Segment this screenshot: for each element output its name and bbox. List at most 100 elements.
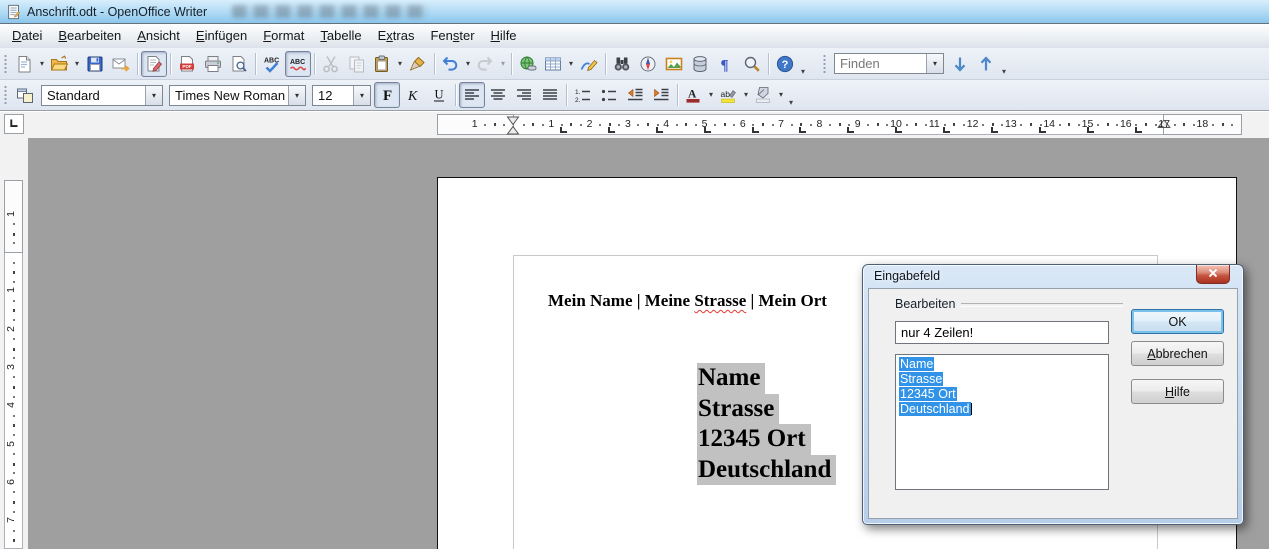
data-sources-button[interactable] <box>687 51 713 77</box>
paragraph-style-combobox[interactable]: Standard ▾ <box>41 85 163 106</box>
menu-ansicht[interactable]: Ansicht <box>129 24 188 48</box>
new-document-button[interactable]: ▾ <box>12 51 47 77</box>
chevron-down-icon: ▾ <box>709 91 713 99</box>
find-toolbar-grip[interactable] <box>822 54 827 74</box>
abbrechen-button[interactable]: Abbrechen <box>1131 341 1224 366</box>
paste-button[interactable]: ▾ <box>370 51 405 77</box>
reference-text-input[interactable] <box>895 321 1109 344</box>
italic-button[interactable]: K <box>400 82 426 108</box>
formatting-marks-button[interactable]: ¶ <box>713 51 739 77</box>
table-button[interactable]: ▾ <box>541 51 576 77</box>
font-size-combobox[interactable]: 12 ▾ <box>312 85 371 106</box>
help-button[interactable]: ? <box>772 51 798 77</box>
find-up-button[interactable] <box>973 51 999 77</box>
ruler-tick <box>829 124 831 126</box>
undo-button[interactable]: ▾ <box>438 51 473 77</box>
menu-datei[interactable]: Datei <box>4 24 50 48</box>
first-line-indent-marker[interactable] <box>507 116 520 140</box>
align-right-button[interactable] <box>511 82 537 108</box>
toolbar-overflow-button[interactable]: ▾ <box>1002 67 1006 76</box>
align-center-button[interactable] <box>485 82 511 108</box>
default-tab-stop-marker <box>895 127 902 133</box>
underline-button[interactable]: U <box>426 82 452 108</box>
menu-einfgen[interactable]: Einfügen <box>188 24 255 48</box>
toolbar-grip[interactable] <box>3 54 8 74</box>
styles-window-icon <box>16 86 34 104</box>
default-tab-stop-marker <box>656 127 663 133</box>
toolbar-overflow-button[interactable]: ▾ <box>789 98 793 107</box>
formatting-toolbar: Standard ▾ Times New Roman ▾ 12 ▾ FKU 1.2… <box>0 80 1269 111</box>
misspelled-word[interactable]: Strasse <box>694 291 746 310</box>
default-tab-stop-marker <box>1135 127 1142 133</box>
menu-format[interactable]: Format <box>255 24 312 48</box>
draw-functions-button[interactable] <box>576 51 602 77</box>
ruler-number: 2 <box>5 326 17 332</box>
print-button[interactable] <box>200 51 226 77</box>
default-tab-stop-marker <box>847 127 854 133</box>
format-paintbrush-button[interactable] <box>405 51 431 77</box>
styles-window-button[interactable] <box>12 82 38 108</box>
open-folder-button[interactable]: ▾ <box>47 51 82 77</box>
navigator-button[interactable] <box>635 51 661 77</box>
hyperlink-button[interactable] <box>515 51 541 77</box>
send-email-button[interactable] <box>108 51 134 77</box>
tab-stop-selector-button[interactable] <box>4 114 24 134</box>
address-field-line[interactable]: Strasse <box>697 394 779 425</box>
background-color-button[interactable]: ▾ <box>751 82 786 108</box>
spellcheck-button[interactable]: ABC <box>259 51 285 77</box>
ruler-tick <box>714 124 716 126</box>
numbered-list-button[interactable]: 1.2. <box>570 82 596 108</box>
align-justify-button[interactable] <box>537 82 563 108</box>
document-header-line[interactable]: Mein Name | Meine Strasse | Mein Ort <box>514 271 827 331</box>
textarea-line: 12345 Ort <box>899 387 1105 402</box>
menu-hilfe[interactable]: Hilfe <box>483 24 525 48</box>
new-document-icon <box>15 55 33 73</box>
page-preview-button[interactable] <box>226 51 252 77</box>
menu-extras[interactable]: Extras <box>370 24 423 48</box>
increase-indent-button[interactable] <box>648 82 674 108</box>
ok-button[interactable]: OK <box>1131 309 1224 334</box>
bullet-list-button[interactable] <box>596 82 622 108</box>
highlight-button[interactable]: ab▾ <box>716 82 751 108</box>
auto-spellcheck-button[interactable]: ABC <box>285 51 311 77</box>
menu-fenster[interactable]: Fenster <box>422 24 482 48</box>
font-name-combobox[interactable]: Times New Roman ▾ <box>169 85 306 106</box>
export-pdf-button[interactable]: PDF <box>174 51 200 77</box>
bold-button[interactable]: F <box>374 82 400 108</box>
gallery-button[interactable] <box>661 51 687 77</box>
chevron-down-icon[interactable]: ▾ <box>145 86 162 105</box>
toolbar-grip[interactable] <box>3 85 8 105</box>
address-field-line[interactable]: Deutschland <box>697 455 836 486</box>
align-justify-icon <box>541 86 559 104</box>
ruler-number: 9 <box>855 118 861 130</box>
ruler-tick <box>618 124 620 126</box>
default-tab-stop-marker <box>1039 127 1046 133</box>
ruler-number: 12 <box>967 118 979 130</box>
find-replace-button[interactable] <box>609 51 635 77</box>
font-color-button[interactable]: A▾ <box>681 82 716 108</box>
chevron-down-icon[interactable]: ▾ <box>353 86 370 105</box>
menu-bearbeiten[interactable]: Bearbeiten <box>50 24 129 48</box>
ruler-tick <box>762 123 764 126</box>
ruler-tick <box>657 124 659 126</box>
hilfe-button[interactable]: Hilfe <box>1131 379 1224 404</box>
dialog-close-button[interactable] <box>1196 265 1230 284</box>
ruler-tick <box>13 376 15 378</box>
menu-tabelle[interactable]: Tabelle <box>312 24 369 48</box>
chevron-down-icon[interactable]: ▾ <box>926 54 943 73</box>
decrease-indent-button[interactable] <box>622 82 648 108</box>
address-field-line[interactable]: Name <box>697 363 765 394</box>
find-down-button[interactable] <box>947 51 973 77</box>
zoom-button[interactable] <box>739 51 765 77</box>
align-left-button[interactable] <box>459 82 485 108</box>
toolbar-overflow-button[interactable]: ▾ <box>801 67 805 76</box>
address-field-line[interactable]: 12345 Ort <box>697 424 811 455</box>
edit-file-button[interactable] <box>141 51 167 77</box>
chevron-down-icon[interactable]: ▾ <box>288 86 305 105</box>
find-combobox[interactable]: Finden ▾ <box>834 53 944 74</box>
address-field-block[interactable]: NameStrasse12345 OrtDeutschland <box>697 363 836 485</box>
hyperlink-icon <box>519 55 537 73</box>
save-button[interactable] <box>82 51 108 77</box>
field-content-textarea[interactable]: NameStrasse12345 OrtDeutschland <box>895 354 1109 490</box>
ruler-number: 16 <box>1120 118 1132 130</box>
